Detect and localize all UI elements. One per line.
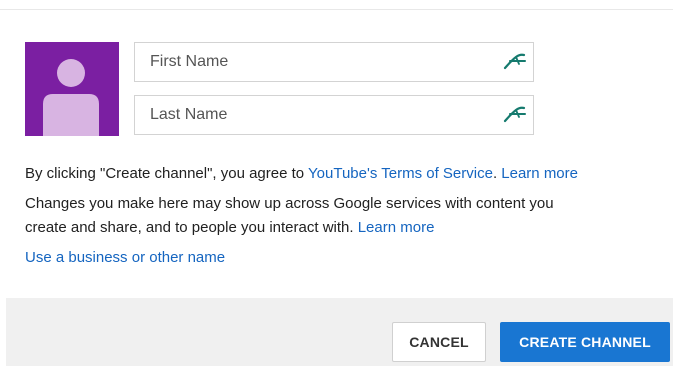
- terms-text: By clicking "Create channel", you agree …: [25, 163, 578, 185]
- notice-line-1: Changes you make here may show up across…: [25, 195, 554, 212]
- default-avatar-icon: [43, 59, 99, 136]
- footer-edge: [0, 298, 6, 366]
- learn-more-link-notice[interactable]: Learn more: [358, 219, 435, 236]
- last-name-input[interactable]: [135, 96, 495, 134]
- notice-line-2-text: create and share, and to people you inte…: [25, 219, 358, 236]
- avatar: [25, 42, 119, 136]
- terms-of-service-link[interactable]: YouTube's Terms of Service: [308, 165, 493, 182]
- first-name-input[interactable]: [135, 43, 495, 81]
- last-name-field[interactable]: [134, 95, 534, 135]
- create-channel-button[interactable]: CREATE CHANNEL: [500, 322, 670, 362]
- learn-more-link-terms[interactable]: Learn more: [501, 165, 578, 182]
- business-name-link[interactable]: Use a business or other name: [25, 247, 225, 269]
- terms-prefix: By clicking "Create channel", you agree …: [25, 165, 309, 182]
- autofill-pen-icon[interactable]: [503, 105, 527, 125]
- top-divider: [0, 9, 673, 10]
- first-name-field[interactable]: [134, 42, 534, 82]
- notice-line-2: create and share, and to people you inte…: [25, 217, 434, 239]
- autofill-pen-icon[interactable]: [503, 52, 527, 72]
- cancel-button[interactable]: CANCEL: [392, 322, 486, 362]
